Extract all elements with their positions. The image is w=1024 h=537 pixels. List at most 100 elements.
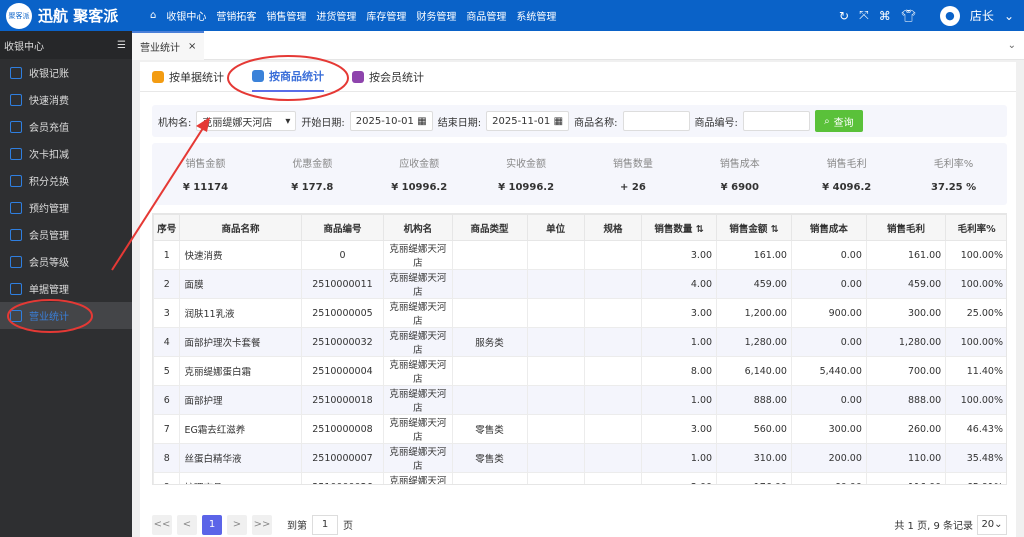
subtab[interactable]: 按单据统计 (152, 62, 224, 92)
table-cell (526, 472, 585, 484)
end-date-input[interactable]: 2025-11-01 ▦ (486, 111, 570, 131)
search-icon: ⌕ (824, 115, 830, 127)
table-cell: 0.00 (790, 269, 867, 299)
table-row: 6 面部护理 2510000018 克丽缇娜天河店 1.00 888.00 0.00 888.… (153, 385, 1006, 415)
column-header[interactable]: 销售数量 ⇅ (641, 214, 718, 241)
subtab[interactable]: 按会员统计 (352, 62, 424, 92)
menu-icon (10, 282, 22, 295)
collapse-menu-icon[interactable]: ☰ (117, 40, 126, 51)
nav-item[interactable]: 营销拓客 (216, 8, 256, 23)
table-cell: 700.00 (865, 356, 947, 386)
start-date-input[interactable]: 2025-10-01 ▦ (349, 111, 433, 131)
next-page-button[interactable]: > (227, 514, 247, 535)
table-cell: 46.43% (945, 414, 1006, 444)
goto-page-input[interactable]: 1 (312, 514, 338, 535)
table-cell: 310.00 (716, 443, 792, 473)
table-cell: 克丽缇娜天河店 (383, 269, 453, 299)
stat-value: ¥ 177.8 (291, 182, 334, 193)
table-cell: 459.00 (865, 269, 947, 299)
subtab-label: 按单据统计 (169, 70, 224, 84)
table-cell (583, 269, 643, 299)
summary-stat: 优惠金额 ¥ 177.8 (259, 143, 366, 205)
column-header: 销售成本 (790, 214, 867, 241)
pagination: << < 1 > >> 到第 1 页 共 1 页, 9 条记录 20 ⌄ (152, 512, 1007, 537)
home-icon[interactable]: ⌂ (150, 10, 156, 21)
table-cell: 零售类 (451, 443, 528, 473)
prev-page-button[interactable]: < (177, 514, 197, 535)
table-cell: 65.91% (945, 472, 1006, 484)
table-cell (583, 443, 643, 473)
sidebar-item[interactable]: 会员充值 (0, 113, 132, 140)
table-cell: 35.48% (945, 443, 1006, 473)
org-value: 克丽缇娜天河店 (202, 117, 273, 129)
table-cell: 300.00 (790, 414, 867, 444)
sidebar-item-label: 营业统计 (29, 312, 69, 323)
sidebar-item[interactable]: 快速消费 (0, 86, 132, 113)
table-cell: 克丽缇娜天河店 (383, 414, 453, 444)
nav-item[interactable]: 进货管理 (316, 8, 356, 23)
table-cell (526, 443, 585, 473)
start-date-value: 2025-10-01 (355, 115, 414, 127)
close-icon[interactable]: × (188, 41, 196, 52)
logo-seal: 聚客派 (6, 2, 32, 29)
table-cell: 0.00 (790, 240, 867, 270)
sidebar-item[interactable]: 单据管理 (0, 275, 132, 302)
fullscreen-icon[interactable]: ⤧ (859, 8, 869, 23)
table-cell: 100.00% (945, 269, 1006, 299)
table-cell (451, 385, 528, 415)
subtab-icon (152, 70, 164, 83)
user-name[interactable]: 店长 (970, 7, 994, 24)
product-code-input[interactable] (742, 111, 810, 131)
table-cell: 25.00% (945, 298, 1006, 328)
menu-icon (10, 309, 22, 322)
chevron-down-icon[interactable]: ⌄ (1008, 40, 1016, 51)
table-cell: 8.00 (641, 356, 718, 386)
column-header: 商品编号 (300, 214, 385, 241)
end-date-value: 2025-11-01 (492, 115, 551, 127)
summary-stat: 应收金额 ¥ 10996.2 (366, 143, 473, 205)
sidebar-item[interactable]: 会员等级 (0, 248, 132, 275)
apps-icon[interactable]: ⌘ (879, 9, 891, 23)
sidebar-title: 收银中心 (4, 41, 44, 53)
table-cell: 3.00 (641, 298, 718, 328)
theme-icon[interactable]: 👕︎ (901, 9, 916, 23)
sidebar-item[interactable]: 预约管理 (0, 194, 132, 221)
page-1-button[interactable]: 1 (202, 514, 222, 535)
query-button[interactable]: ⌕ 查询 (814, 110, 863, 132)
first-page-button[interactable]: << (152, 514, 172, 535)
subtab[interactable]: 按商品统计 (252, 62, 324, 92)
table-cell: 100.00% (945, 240, 1006, 270)
sidebar-item[interactable]: 收银记账 (0, 59, 132, 86)
menu-icon (10, 174, 22, 187)
table-cell: 护理商品 (179, 472, 302, 484)
nav-item[interactable]: 库存管理 (366, 8, 406, 23)
table-cell: 1.00 (641, 385, 718, 415)
table-cell: 888.00 (865, 385, 947, 415)
nav-item[interactable]: 收银中心 (166, 8, 206, 23)
product-name-input[interactable] (622, 111, 690, 131)
sidebar-item[interactable]: 会员管理 (0, 221, 132, 248)
table-cell: 服务类 (451, 327, 528, 357)
last-page-button[interactable]: >> (252, 514, 272, 535)
table-cell: 5,440.00 (790, 356, 867, 386)
nav-item[interactable]: 销售管理 (266, 8, 306, 23)
table-cell: 2510000026 (300, 472, 385, 484)
org-select[interactable]: 克丽缇娜天河店 ▾ (196, 111, 297, 131)
sidebar-item[interactable]: 次卡扣减 (0, 140, 132, 167)
stat-value: ¥ 10996.2 (391, 182, 448, 193)
avatar[interactable]: ● (939, 5, 960, 26)
sidebar-item[interactable]: 积分兑换 (0, 167, 132, 194)
table-cell: 2510000032 (300, 327, 385, 357)
column-header[interactable]: 销售金额 ⇅ (716, 214, 792, 241)
refresh-icon[interactable]: ↻ (839, 9, 849, 23)
sidebar-item[interactable]: 营业统计 (0, 302, 132, 329)
tab-business-stats[interactable]: 营业统计 × (132, 30, 205, 60)
page-size-select[interactable]: 20 ⌄ (977, 514, 1007, 535)
nav-item[interactable]: 财务管理 (416, 8, 456, 23)
sidebar-item-label: 会员管理 (29, 231, 69, 242)
table-cell: 1,200.00 (716, 298, 792, 328)
table-cell: 2510000005 (300, 298, 385, 328)
nav-item[interactable]: 系统管理 (516, 8, 556, 23)
nav-item[interactable]: 商品管理 (466, 8, 506, 23)
chevron-down-icon[interactable]: ⌄ (1004, 9, 1014, 23)
